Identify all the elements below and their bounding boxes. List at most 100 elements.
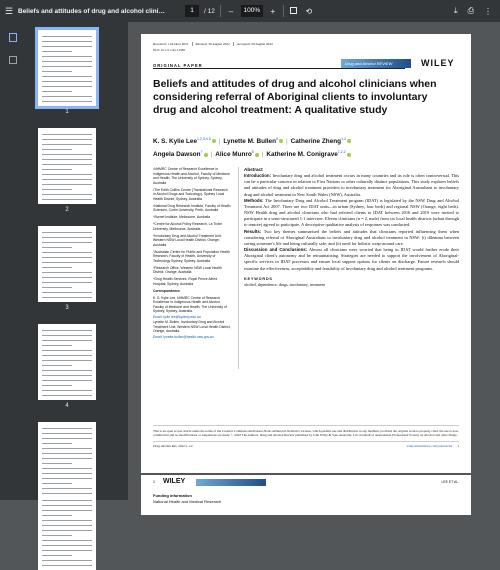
hamburger-menu-icon[interactable]: ☰ <box>0 6 18 17</box>
thumbnail-text-line <box>42 159 92 160</box>
orcid-icon[interactable] <box>211 139 216 144</box>
page-thumbnail[interactable] <box>38 422 96 498</box>
orcid-icon[interactable] <box>346 152 351 157</box>
fit-page-icon[interactable] <box>289 6 299 16</box>
orcid-icon[interactable] <box>278 139 283 144</box>
thumbnails-view-icon[interactable] <box>9 33 17 42</box>
zoom-input[interactable]: 100% <box>240 5 263 17</box>
thumbnail-text-line <box>42 257 92 258</box>
outline-view-icon[interactable] <box>9 56 17 64</box>
thumbnail-text-line <box>42 380 92 381</box>
thumbnail-text-line <box>42 267 72 268</box>
pdf-page-1: Received: 1 October 2021 Revised: 30 Aug… <box>141 34 471 473</box>
rotate-icon[interactable]: ⟲ <box>304 7 314 16</box>
author-name: Alice Munro <box>215 151 252 159</box>
thumbnail-text-line <box>42 36 92 37</box>
orcid-icon[interactable] <box>254 152 259 157</box>
thumbnail-text-line <box>42 443 72 444</box>
thumbnail-text-line <box>42 340 92 341</box>
abstract-section: Methods: The Involuntary Drug and Alcoho… <box>244 198 459 229</box>
abstract-section-label: Introduction: <box>244 173 272 179</box>
thumbnail-text-line <box>42 169 72 170</box>
thumbnail-text-line <box>42 360 92 361</box>
thumbnail-text-line <box>42 194 92 195</box>
affiliation-item: ³National Drug Research Institute, Facul… <box>153 203 231 213</box>
thumbnail-text-line <box>42 297 92 298</box>
thumbnail-text-line <box>42 56 92 57</box>
thumbnail-text-line <box>42 252 92 253</box>
page-thumbnail[interactable] <box>38 494 96 570</box>
download-icon[interactable]: ⤓ <box>454 6 458 16</box>
thumbnail-text-line <box>42 355 92 356</box>
thumbnail-text-line <box>42 51 72 52</box>
zoom-out-button[interactable]: – <box>226 7 236 16</box>
thumbnail-text-line <box>42 277 92 278</box>
author-affiliation-ref[interactable]: 7 <box>201 150 203 154</box>
more-vertical-icon[interactable]: ⋮ <box>484 7 492 16</box>
author-affiliation-ref[interactable]: 1,2,3,4,5 <box>197 137 211 141</box>
author-affiliation-ref[interactable]: 1,2 <box>341 137 346 141</box>
thumbnail-text-line <box>42 292 92 293</box>
page-total: / 12 <box>204 7 215 15</box>
thumbnail-text-line <box>42 375 92 376</box>
thumbnail-text-line <box>42 174 92 175</box>
running-authors: LEE ET AL. <box>441 480 459 484</box>
thumbnail-text-line <box>42 345 72 346</box>
thumbnail-text-line <box>42 184 92 185</box>
page-number-input[interactable]: 1 <box>185 5 199 17</box>
journal-banner: Drug and Alcohol REVIEW <box>341 59 411 68</box>
correspondence-line: Lynette M. Bullen, Involuntary Drug and … <box>153 320 231 333</box>
thumbnail-text-line <box>42 91 72 92</box>
thumbnail-text-line <box>42 488 92 489</box>
affiliation-item: ¹NHMRC Centre of Research Excellence in … <box>153 167 230 185</box>
thumbnail-text-line <box>42 81 92 82</box>
journal-url[interactable]: wileyonlinelibrary.com/journal/dar <box>406 444 452 448</box>
thumbnail-text-line <box>42 483 72 484</box>
author-name: Katherine M. Conigrave <box>266 151 338 159</box>
received-date: Received: 1 October 2021 <box>153 42 193 46</box>
page-thumbnail[interactable] <box>38 226 96 302</box>
authors-line-1: K. S. Kylie Lee1,2,3,4,5 | Lynette M. Bull… <box>153 134 463 147</box>
thumbnail-text-line <box>42 438 92 439</box>
author-affiliation-ref[interactable]: 1,2,2 <box>338 150 346 154</box>
thumbnail-text-line <box>42 66 92 67</box>
correspondence-line[interactable]: Email: lynette.bullen@health.nsw.gov.au <box>153 335 231 340</box>
abstract-section-text: The Involuntary Drug and Alcohol Treatme… <box>244 197 459 228</box>
orcid-icon[interactable] <box>203 152 208 157</box>
thumbnail-text-line <box>42 370 92 371</box>
zoom-in-button[interactable]: + <box>268 7 278 16</box>
thumbnail-text-line <box>42 510 92 511</box>
doi[interactable]: DOI: 10.1111/dar.13588 <box>153 48 185 52</box>
thumbnail-text-line <box>42 96 92 97</box>
correspondence-line[interactable]: Email: kylie.lee@sydney.edu.au <box>153 315 231 320</box>
publisher-logo: WILEY <box>421 58 455 68</box>
divider <box>153 68 405 69</box>
author-affiliation-ref[interactable]: 6 <box>276 137 278 141</box>
thumbnail-text-line <box>42 473 92 474</box>
thumbnail-text-line <box>42 287 72 288</box>
abstract-section-label: Discussion and Conclusions: <box>244 247 308 253</box>
funding-section: Funding information National Health and … <box>153 493 221 504</box>
page-thumbnail[interactable] <box>38 128 96 204</box>
abstract-section-text: Two key themes summarised the beliefs an… <box>244 228 459 246</box>
sidebar-rail <box>0 22 26 500</box>
thumbnail-text-line <box>42 139 92 140</box>
journal-banner <box>196 479 266 486</box>
funding-text: National Health and Medical Research <box>153 498 222 504</box>
affiliation-item: ⁸Research Office, Western NSW Local Heal… <box>153 265 222 275</box>
thumbnail-text-line <box>42 282 92 283</box>
thumbnail-label: 3 <box>65 305 69 311</box>
page-number: 1 <box>457 444 459 448</box>
thumbnail-text-line <box>42 390 92 391</box>
thumbnail-text-line <box>42 76 92 77</box>
affiliation-item: ⁶Involuntary Drug and Alcohol Treatment … <box>153 233 222 247</box>
thumbnail-text-line <box>42 154 92 155</box>
page-thumbnail[interactable] <box>38 324 96 400</box>
orcid-icon[interactable] <box>346 139 351 144</box>
page-thumbnail[interactable] <box>35 27 99 109</box>
thumbnail-text-line <box>42 505 92 506</box>
thumbnail-text-line <box>42 395 92 396</box>
print-icon[interactable]: ⎙ <box>468 6 474 16</box>
author-affiliation-ref[interactable]: 8 <box>252 150 254 154</box>
author-list: K. S. Kylie Lee1,2,3,4,5 | Lynette M. Bull… <box>153 134 463 160</box>
